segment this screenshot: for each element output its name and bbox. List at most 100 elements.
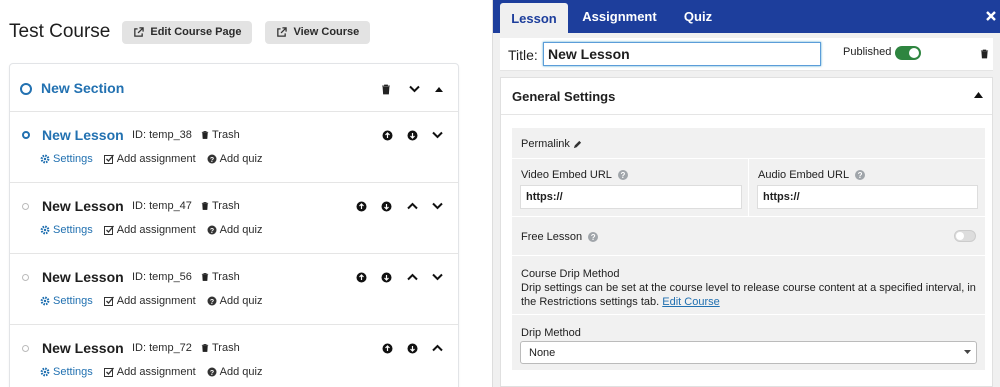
chevron-down-icon[interactable] [429,269,445,285]
published-toggle[interactable] [895,46,921,60]
chevron-down-icon[interactable] [406,81,422,97]
lesson-settings-button[interactable]: Settings [40,153,93,165]
lesson-settings-button[interactable]: Settings [40,366,93,378]
chevron-up-icon[interactable] [404,269,420,285]
lesson-row[interactable]: New Lesson ID: temp_38 Trash Settings Ad… [10,112,458,183]
trash-icon [201,273,209,281]
tab-lesson[interactable]: Lesson [500,3,568,33]
free-lesson-toggle[interactable] [954,230,976,242]
external-link-icon [134,26,145,37]
audio-embed-label: Audio Embed URL ? [758,169,866,181]
general-settings-panel: General Settings Permalink Video Embed U… [500,77,993,387]
lesson-actions: Settings Add assignment ? Add quiz [40,366,273,378]
lesson-trash-button[interactable]: Trash [201,129,240,141]
lesson-title[interactable]: New Lesson [42,198,124,214]
lesson-title[interactable]: New Lesson [42,127,124,143]
free-lesson-label: Free Lesson ? [521,231,599,243]
checkbox-icon [103,154,114,164]
help-icon[interactable]: ? [855,170,866,180]
arrow-down-circle-icon[interactable] [378,198,394,214]
chevron-down-icon[interactable] [429,127,445,143]
arrow-up-circle-icon[interactable] [379,340,395,356]
trash-icon[interactable] [980,49,989,59]
free-lesson-label-text: Free Lesson [521,231,583,243]
lesson-trash-button[interactable]: Trash [201,200,240,212]
arrow-up-circle-icon[interactable] [353,198,369,214]
add-assignment-label: Add assignment [116,366,196,378]
checkbox-icon [103,367,114,377]
course-outline: New Section New Lesson ID: temp_38 Trash [9,63,459,387]
lesson-id: ID: temp_38 [132,129,192,141]
add-quiz-button[interactable]: ? Add quiz [207,224,262,236]
video-embed-label: Video Embed URL ? [521,169,628,181]
svg-text:?: ? [210,157,214,164]
chevron-up-icon[interactable] [404,198,420,214]
arrow-down-circle-icon[interactable] [404,340,420,356]
add-assignment-label: Add assignment [116,153,196,165]
chevron-up-icon[interactable] [429,340,445,356]
divider [512,314,985,315]
arrow-down-circle-icon[interactable] [378,269,394,285]
lesson-trash-button[interactable]: Trash [201,342,240,354]
toggle-knob [909,48,919,58]
lesson-settings-button[interactable]: Settings [40,295,93,307]
tab-quiz[interactable]: Quiz [673,0,723,33]
trash-label: Trash [212,271,240,283]
lesson-settings-button[interactable]: Settings [40,224,93,236]
help-icon[interactable]: ? [617,170,628,180]
add-assignment-button[interactable]: Add assignment [103,153,196,165]
caret-up-icon [974,92,983,98]
lesson-title-bar: Title: Published [500,38,993,71]
add-quiz-button[interactable]: ? Add quiz [207,295,262,307]
lesson-title-input[interactable] [543,42,821,66]
section-trash-icon[interactable] [378,81,394,97]
edit-course-link[interactable]: Edit Course [662,296,719,308]
section-title[interactable]: New Section [41,80,124,96]
lesson-title[interactable]: New Lesson [42,269,124,285]
arrow-up-circle-icon[interactable] [353,269,369,285]
lesson-actions: Settings Add assignment ? Add quiz [40,153,273,165]
permalink-row: Permalink [521,138,582,150]
chevron-down-icon[interactable] [429,198,445,214]
trash-icon [201,344,209,352]
video-embed-url-input[interactable] [520,185,742,209]
edit-course-page-label: Edit Course Page [150,26,242,38]
lesson-row[interactable]: New Lesson ID: temp_56 Trash Settings Ad… [10,254,458,325]
lesson-trash-button[interactable]: Trash [201,271,240,283]
drip-method-value: None [529,346,556,359]
arrow-up-circle-icon[interactable] [379,127,395,143]
add-assignment-button[interactable]: Add assignment [103,366,196,378]
audio-embed-url-input[interactable] [757,185,978,209]
edit-course-page-button[interactable]: Edit Course Page [122,20,253,44]
svg-text:?: ? [210,228,214,235]
svg-text:?: ? [210,370,214,377]
lesson-id: ID: temp_56 [132,271,192,283]
caret-down-icon [964,350,971,354]
lesson-row[interactable]: New Lesson ID: temp_72 Trash Settings Ad… [10,325,458,387]
general-settings-header[interactable]: General Settings [501,78,992,115]
add-quiz-button[interactable]: ? Add quiz [207,153,262,165]
trash-label: Trash [212,342,240,354]
lesson-status-icon [22,203,29,210]
help-icon[interactable]: ? [588,232,599,242]
lesson-actions: Settings Add assignment ? Add quiz [40,224,273,236]
add-assignment-label: Add assignment [116,295,196,307]
checkbox-icon [103,225,114,235]
add-assignment-button[interactable]: Add assignment [103,224,196,236]
drip-method-select[interactable]: None [520,341,977,364]
lesson-row[interactable]: New Lesson ID: temp_47 Trash Settings Ad… [10,183,458,254]
external-link-icon [277,26,288,37]
tab-assignment[interactable]: Assignment [577,0,662,33]
gear-icon [40,296,50,306]
section-row[interactable]: New Section [10,64,458,112]
published-label: Published [843,46,892,58]
pencil-icon[interactable] [573,140,582,149]
add-quiz-button[interactable]: ? Add quiz [207,366,262,378]
add-assignment-button[interactable]: Add assignment [103,295,196,307]
caret-up-icon[interactable] [431,81,447,97]
view-course-button[interactable]: View Course [265,20,371,44]
arrow-down-circle-icon[interactable] [404,127,420,143]
lesson-title[interactable]: New Lesson [42,340,124,356]
drip-description: Drip settings can be set at the course l… [521,281,976,309]
close-icon[interactable] [984,9,998,23]
